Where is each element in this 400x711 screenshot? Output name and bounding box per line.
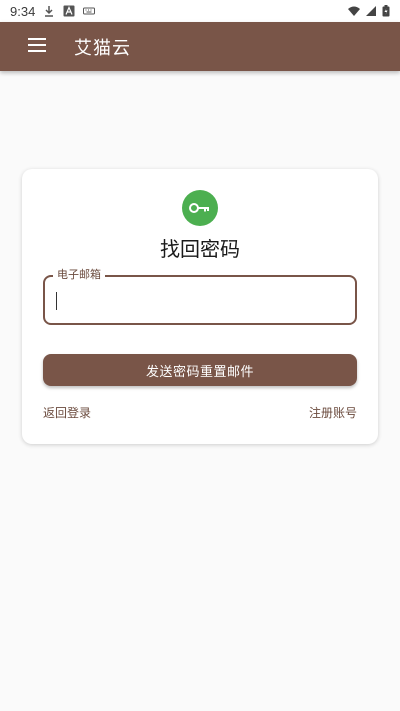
app-title: 艾猫云 xyxy=(74,37,131,59)
signal-icon xyxy=(365,5,377,17)
email-input[interactable] xyxy=(55,287,345,313)
wifi-icon xyxy=(348,5,360,17)
page-title: 找回密码 xyxy=(160,237,240,261)
register-link[interactable]: 注册账号 xyxy=(309,404,357,421)
status-right xyxy=(348,5,390,17)
hamburger-menu-icon xyxy=(28,37,46,56)
keyboard-icon xyxy=(83,5,96,17)
font-a-icon xyxy=(63,5,75,17)
battery-icon xyxy=(382,5,390,17)
email-field[interactable]: 电子邮箱 xyxy=(43,268,357,325)
menu-button[interactable] xyxy=(22,22,52,71)
status-left: 9:34 xyxy=(10,3,96,19)
text-cursor xyxy=(56,292,57,310)
app-bar: 艾猫云 xyxy=(0,22,400,71)
key-icon xyxy=(189,199,211,218)
email-field-label: 电子邮箱 xyxy=(53,268,105,282)
password-reset-card: 找回密码 电子邮箱 发送密码重置邮件 返回登录 注册账号 xyxy=(22,169,378,444)
back-to-login-link[interactable]: 返回登录 xyxy=(43,404,91,421)
download-icon xyxy=(43,5,55,17)
key-badge xyxy=(182,190,218,226)
status-bar: 9:34 xyxy=(0,0,400,22)
status-time: 9:34 xyxy=(10,3,36,19)
send-reset-email-button[interactable]: 发送密码重置邮件 xyxy=(43,354,357,386)
